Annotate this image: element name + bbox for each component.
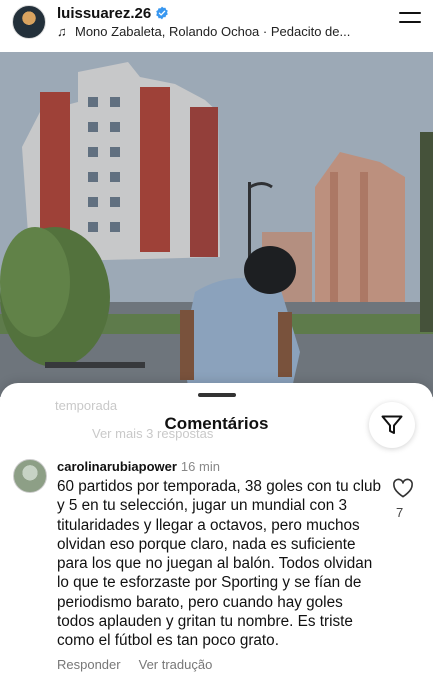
commenter-avatar[interactable]: [13, 459, 47, 493]
comment-actions: Responder Ver tradução: [57, 657, 230, 672]
music-track[interactable]: ♫ Mono Zabaleta, Rolando Ochoa · Pedacito…: [57, 24, 367, 39]
menu-icon[interactable]: [399, 12, 421, 28]
filter-icon: [381, 415, 403, 434]
heart-icon[interactable]: [392, 478, 414, 498]
faded-previous-comment: temporada: [55, 398, 118, 413]
author-avatar[interactable]: [12, 5, 46, 39]
like-count: 7: [396, 505, 404, 520]
filter-button[interactable]: [369, 402, 415, 448]
verified-badge-icon: [156, 6, 168, 20]
music-track-label: Mono Zabaleta, Rolando Ochoa · Pedacito …: [75, 24, 351, 39]
sheet-drag-handle[interactable]: [198, 393, 236, 397]
post-header: luissuarez.26 ♫ Mono Zabaleta, Rolando Oc…: [0, 0, 433, 52]
commenter-username[interactable]: carolinarubiapower: [57, 459, 177, 474]
author-username[interactable]: luissuarez.26: [57, 5, 151, 22]
comment-header: carolinarubiapower 16 min: [57, 459, 220, 474]
comment-text: 60 partidos por temporada, 38 goles con …: [57, 478, 381, 650]
post-photo: [0, 52, 433, 397]
comment-time: 16 min: [180, 459, 220, 474]
reply-button[interactable]: Responder: [57, 657, 121, 672]
music-note-icon: ♫: [57, 24, 67, 39]
translate-button[interactable]: Ver tradução: [139, 657, 213, 672]
